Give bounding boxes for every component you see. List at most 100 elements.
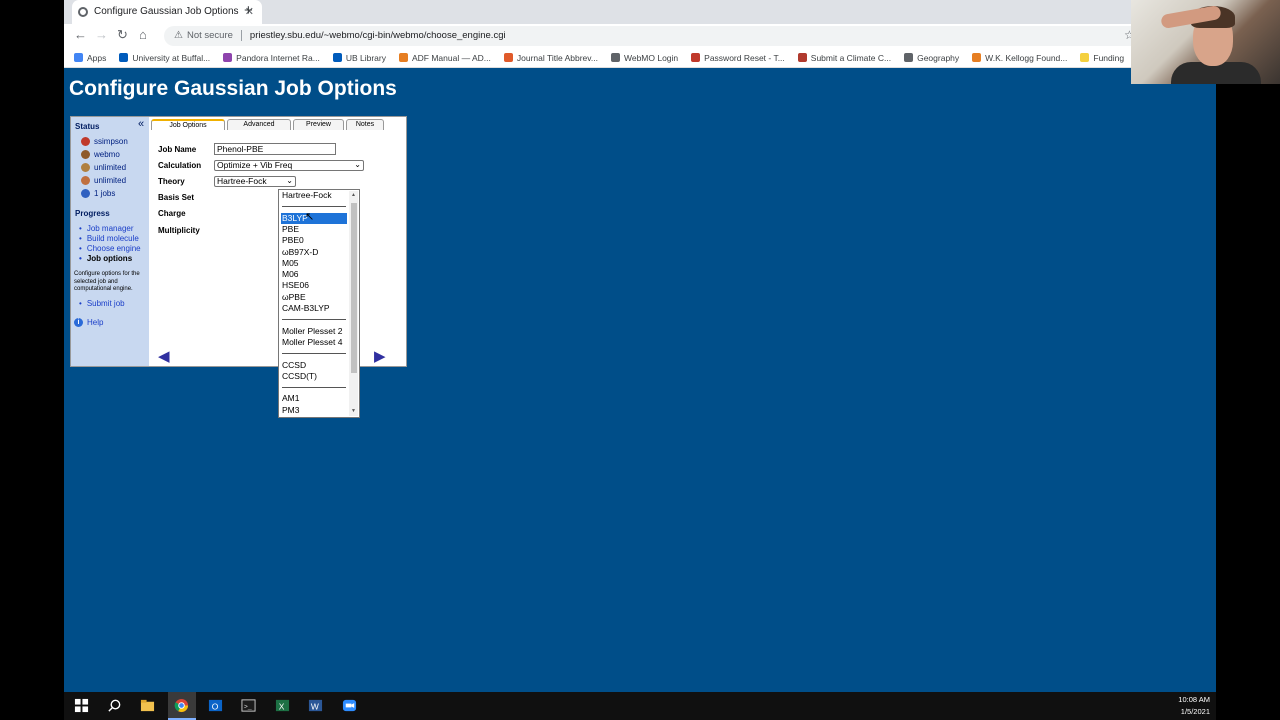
bookmark-item[interactable]: Journal Title Abbrev...: [503, 53, 598, 63]
theory-option[interactable]: AM1: [282, 393, 299, 404]
bookmark-item[interactable]: UB Library: [332, 53, 386, 63]
chevron-down-icon: ⌄: [354, 160, 361, 169]
status-label: unlimited: [94, 163, 127, 172]
tab-preview[interactable]: Preview: [293, 119, 344, 130]
theory-option[interactable]: Hartree-Fock: [282, 190, 332, 201]
progress-step[interactable]: Build molecule: [79, 234, 139, 243]
forward-arrow-icon[interactable]: →: [95, 27, 108, 42]
help-label[interactable]: Help: [87, 318, 103, 327]
address-bar[interactable]: ⚠ Not secure priestley.sbu.edu/~webmo/cgi-…: [164, 26, 1164, 46]
scroll-down-icon[interactable]: ▼: [351, 408, 356, 414]
next-nav-icon[interactable]: ▶: [374, 347, 386, 365]
calculation-select[interactable]: Optimize + Vib Freq ⌄: [214, 160, 364, 171]
bookmark-item[interactable]: Submit a Climate C...: [797, 53, 891, 63]
help-link[interactable]: i Help: [74, 318, 103, 327]
back-nav-icon[interactable]: ◀: [158, 347, 170, 365]
tab-notes[interactable]: Notes: [346, 119, 384, 130]
status-icon: [81, 163, 90, 172]
bookmark-item[interactable]: ADF Manual — AD...: [398, 53, 491, 63]
word-icon[interactable]: W: [308, 698, 323, 713]
theory-option[interactable]: HSE06: [282, 280, 309, 291]
theory-option[interactable]: Moller Plesset 4: [282, 337, 342, 348]
bookmark-label[interactable]: Password Reset - T...: [704, 53, 785, 63]
tab-job-options[interactable]: Job Options: [151, 119, 225, 130]
bookmark-item[interactable]: Pandora Internet Ra...: [223, 53, 320, 63]
clock-date: 1/5/2021: [1180, 707, 1210, 716]
dropdown-scroll-thumb[interactable]: [351, 203, 357, 373]
zoom-icon[interactable]: [342, 698, 357, 713]
bookmarks-bar: Apps University at Buffal... Pandora Inter…: [64, 48, 1216, 68]
job-name-input[interactable]: Phenol-PBE: [214, 143, 336, 155]
outlook-icon[interactable]: O: [208, 698, 223, 713]
windows-start-icon[interactable]: [74, 698, 89, 713]
progress-step[interactable]: Job manager: [79, 224, 134, 233]
svg-text:O: O: [212, 701, 219, 711]
bookmark-label[interactable]: WebMO Login: [624, 53, 678, 63]
chrome-icon[interactable]: [174, 698, 189, 713]
dropdown-separator: [282, 319, 346, 321]
bookmark-item[interactable]: Apps: [74, 53, 106, 63]
bookmark-label[interactable]: Apps: [87, 53, 106, 63]
dropdown-separator: [282, 353, 346, 355]
theory-option[interactable]: CCSD(T): [282, 371, 317, 382]
bookmark-label[interactable]: Funding: [1093, 53, 1124, 63]
collapse-sidebar-icon[interactable]: «: [138, 118, 144, 130]
bookmark-label[interactable]: Pandora Internet Ra...: [236, 53, 320, 63]
bookmark-favicon-icon: [503, 53, 513, 62]
theory-option[interactable]: PBE0: [282, 235, 304, 246]
theory-dropdown-list[interactable]: ▲ ▼ Hartree-Fock B3LYP PBE PBE0 ωB97X-D M05 M0…: [278, 189, 360, 418]
bookmark-favicon-icon: [398, 53, 408, 62]
search-icon[interactable]: [107, 698, 122, 713]
theory-option[interactable]: M06: [282, 269, 299, 280]
bookmark-label[interactable]: Submit a Climate C...: [811, 53, 891, 63]
svg-text:W: W: [311, 701, 319, 711]
file-explorer-icon[interactable]: [140, 698, 155, 713]
reload-icon[interactable]: ↻: [117, 27, 128, 43]
theory-option[interactable]: PBE: [282, 224, 299, 235]
bookmark-favicon-icon: [610, 53, 620, 62]
theory-option[interactable]: M05: [282, 258, 299, 269]
theory-option[interactable]: PM3: [282, 405, 299, 416]
bookmark-label[interactable]: Geography: [917, 53, 959, 63]
theory-option[interactable]: ωPBE: [282, 292, 306, 303]
bookmark-favicon-icon: [119, 53, 129, 62]
theory-option[interactable]: ωB97X-D: [282, 247, 318, 258]
bookmark-item[interactable]: WebMO Login: [610, 53, 678, 63]
tab-advanced[interactable]: Advanced: [227, 119, 291, 130]
bookmark-label[interactable]: W.K. Kellogg Found...: [985, 53, 1067, 63]
submit-job-link[interactable]: Submit job: [79, 299, 125, 308]
back-arrow-icon[interactable]: ←: [74, 27, 87, 42]
bookmark-item[interactable]: Password Reset - T...: [691, 53, 785, 63]
terminal-icon[interactable]: >_: [241, 698, 256, 713]
excel-icon[interactable]: X: [275, 698, 290, 713]
windows-taskbar: O >_ X W 10:08 AM 1/5/2021: [64, 692, 1216, 720]
progress-step[interactable]: Choose engine: [79, 244, 141, 253]
taskbar-clock[interactable]: 10:08 AM 1/5/2021: [1178, 694, 1210, 718]
warning-icon[interactable]: ⚠: [174, 30, 183, 41]
chevron-down-icon: ⌄: [286, 176, 293, 185]
bookmark-label[interactable]: Journal Title Abbrev...: [517, 53, 598, 63]
bookmark-label[interactable]: UB Library: [346, 53, 386, 63]
bookmark-item[interactable]: Geography: [904, 53, 959, 63]
security-label[interactable]: Not secure: [187, 30, 233, 41]
scroll-up-icon[interactable]: ▲: [351, 192, 356, 198]
browser-tab[interactable]: Configure Gaussian Job Options ✕: [72, 0, 262, 24]
bookmark-item[interactable]: University at Buffal...: [119, 53, 210, 63]
url-text[interactable]: priestley.sbu.edu/~webmo/cgi-bin/webmo/c…: [250, 30, 506, 41]
basis-set-label: Basis Set: [158, 193, 195, 202]
bookmark-item[interactable]: W.K. Kellogg Found...: [972, 53, 1067, 63]
tab-strip: Configure Gaussian Job Options ✕ +: [64, 0, 1216, 24]
theory-option[interactable]: CCSD: [282, 360, 306, 371]
multiplicity-label: Multiplicity: [158, 226, 200, 235]
theory-option[interactable]: CAM-B3LYP: [282, 303, 330, 314]
mouse-cursor-icon: ↖: [305, 211, 315, 223]
theory-select[interactable]: Hartree-Fock ⌄: [214, 176, 296, 187]
home-icon[interactable]: ⌂: [139, 27, 147, 42]
new-tab-icon[interactable]: +: [244, 2, 253, 19]
progress-step: Job options: [79, 254, 132, 263]
bookmark-label[interactable]: ADF Manual — AD...: [412, 53, 491, 63]
theory-option[interactable]: Moller Plesset 2: [282, 326, 342, 337]
bookmark-item[interactable]: Funding: [1080, 53, 1124, 63]
bookmark-label[interactable]: University at Buffal...: [132, 53, 210, 63]
status-icon: [81, 189, 90, 198]
